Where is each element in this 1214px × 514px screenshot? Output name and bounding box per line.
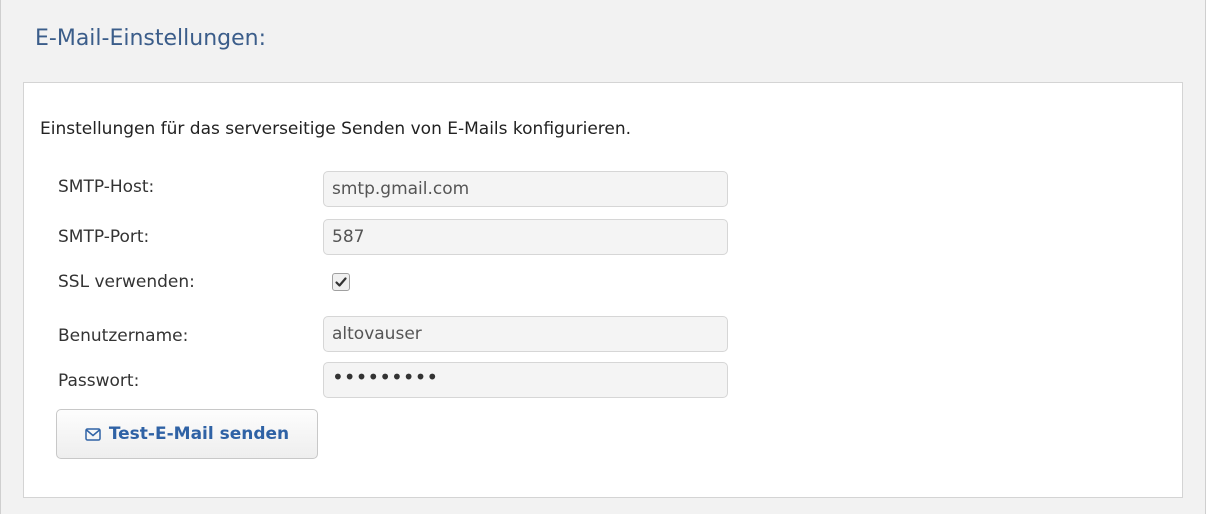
panel-title: E-Mail-Einstellungen: (35, 26, 267, 51)
ssl-checkbox[interactable] (332, 273, 350, 291)
smtp-host-input[interactable]: smtp.gmail.com (323, 171, 728, 207)
username-label: Benutzername: (58, 326, 189, 346)
intro-text: Einstellungen für das serverseitige Send… (40, 119, 632, 139)
smtp-port-label: SMTP-Port: (58, 227, 150, 247)
send-test-email-button[interactable]: Test-E-Mail senden (56, 409, 318, 459)
send-test-email-label: Test-E-Mail senden (108, 424, 290, 444)
password-label: Passwort: (58, 371, 140, 391)
ssl-label: SSL verwenden: (58, 272, 195, 292)
envelope-icon (85, 427, 101, 441)
password-input[interactable]: ••••••••• (323, 362, 728, 398)
checkmark-icon (335, 277, 347, 287)
panel-body: Einstellungen für das serverseitige Send… (23, 82, 1183, 498)
username-input[interactable]: altovauser (323, 316, 728, 352)
email-settings-panel: E-Mail-Einstellungen: Einstellungen für … (0, 0, 1206, 514)
smtp-host-label: SMTP-Host: (58, 177, 155, 197)
smtp-port-input[interactable]: 587 (323, 219, 728, 255)
